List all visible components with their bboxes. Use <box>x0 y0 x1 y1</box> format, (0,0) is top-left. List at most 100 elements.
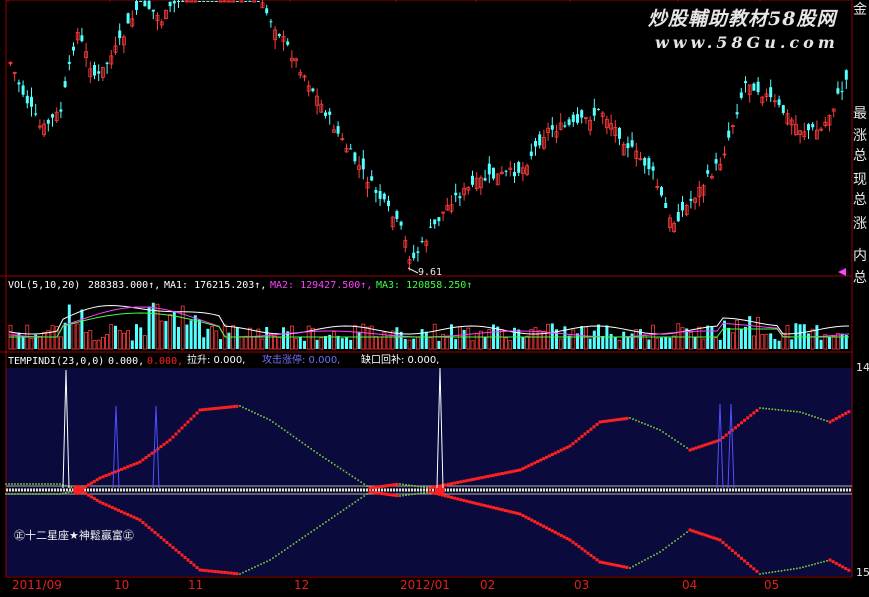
upper-dot-43 <box>132 462 136 466</box>
upper-dot-113 <box>342 469 345 472</box>
upper-dot-97 <box>295 437 298 440</box>
upper-dot-248 <box>746 416 750 420</box>
lower-dot-165 <box>497 507 501 511</box>
upper-dot-193 <box>580 434 584 438</box>
upper-dot-159 <box>480 476 484 480</box>
upper-dot-177 <box>533 461 537 465</box>
upper-dot-231 <box>694 446 698 450</box>
volume-bar-143 <box>609 334 613 349</box>
lower-dot-103 <box>313 529 315 531</box>
upper-dot-274 <box>826 420 828 422</box>
lower-dot-38 <box>116 508 120 512</box>
lower-dot-33 <box>101 501 105 505</box>
lower-dot-248 <box>746 562 750 566</box>
lower-dot-188 <box>565 536 569 540</box>
upper-dot-149 <box>450 482 454 486</box>
lower-dot-63 <box>192 563 196 567</box>
upper-dot-147 <box>443 483 447 487</box>
lower-dot-70 <box>213 570 217 574</box>
lower-dot-27 <box>84 491 88 495</box>
upper-dot-120 <box>363 483 365 485</box>
candle-body-197 <box>836 88 840 94</box>
upper-dot-81 <box>248 409 250 411</box>
volume-bar-110 <box>470 340 475 350</box>
candle-body-92 <box>395 211 399 219</box>
volume-bar-149 <box>634 329 639 350</box>
lower-dot-122 <box>368 490 372 494</box>
volume-bar-197 <box>836 333 840 350</box>
upper-dot-117 <box>354 477 357 480</box>
volume-bar-75 <box>324 335 327 349</box>
chart-canvas[interactable] <box>0 0 869 597</box>
upper-dot-33 <box>101 475 105 479</box>
upper-dot-54 <box>165 440 169 444</box>
lower-dot-225 <box>677 538 679 540</box>
lower-dot-218 <box>656 552 658 555</box>
candle-body-53 <box>231 0 236 3</box>
upper-dot-281 <box>847 410 851 414</box>
volume-bar-8 <box>42 331 46 350</box>
lower-dot-229 <box>688 528 692 532</box>
candle-body-2 <box>17 82 21 85</box>
candle-body-34 <box>151 9 155 12</box>
volume-indicator-name[interactable]: VOL(5,10,20) <box>8 280 80 292</box>
lower-dot-156 <box>471 501 475 505</box>
lower-dot-194 <box>583 549 587 553</box>
volume-bar-171 <box>727 327 731 349</box>
upper-dot-35 <box>107 472 111 476</box>
volume-bar-45 <box>198 319 201 349</box>
upper-dot-79 <box>242 406 244 409</box>
upper-dot-123 <box>371 486 375 490</box>
upper-dot-32 <box>98 476 102 480</box>
side-label-5: 涨 <box>853 216 867 232</box>
lower-dot-50 <box>153 531 157 534</box>
lower-dot-68 <box>207 569 211 573</box>
volume-bar-54 <box>235 327 239 349</box>
upper-dot-206 <box>619 417 623 421</box>
lower-dot-12 <box>41 493 43 495</box>
lower-dot-249 <box>749 564 753 568</box>
volume-bar-106 <box>454 339 458 349</box>
candle-body-129 <box>550 125 554 130</box>
upper-dot-98 <box>298 439 301 442</box>
candle-body-166 <box>706 170 710 174</box>
lower-dot-210 <box>632 565 634 568</box>
lower-dot-213 <box>641 560 643 563</box>
lower-dot-238 <box>715 537 719 541</box>
volume-bar-98 <box>420 329 424 349</box>
candle-body-57 <box>248 1 252 2</box>
upper-dot-7 <box>26 483 28 485</box>
upper-dot-63 <box>192 414 196 418</box>
upper-dot-56 <box>171 435 175 439</box>
upper-dot-122 <box>368 486 372 490</box>
volume-bar-136 <box>580 326 584 349</box>
upper-dot-108 <box>328 460 330 462</box>
upper-dot-57 <box>174 432 178 436</box>
lower-dot-219 <box>659 551 661 553</box>
lower-dot-224 <box>674 540 676 542</box>
lower-dot-128 <box>386 492 390 496</box>
candle-body-153 <box>651 166 655 171</box>
candle-body-3 <box>21 85 25 95</box>
lower-dot-256 <box>771 571 774 573</box>
lower-dot-54 <box>165 541 169 544</box>
volume-bar-100 <box>428 337 433 350</box>
lower-dot-189 <box>568 538 572 542</box>
lower-dot-48 <box>147 526 151 529</box>
candle-body-177 <box>752 83 756 91</box>
lower-dot-85 <box>260 563 262 565</box>
lower-dot-241 <box>724 543 728 547</box>
volume-bar-107 <box>457 326 462 350</box>
volume-bar-74 <box>319 337 324 350</box>
volume-bar-170 <box>723 320 726 349</box>
candle-body-198 <box>840 90 844 92</box>
candle-body-159 <box>676 212 680 222</box>
candle-body-20 <box>93 65 96 76</box>
lower-dot-100 <box>304 535 307 537</box>
indicator-axis-top: 14 <box>856 361 869 374</box>
indicator-name[interactable]: TEMPINDI(23,0,0) <box>8 356 104 368</box>
volume-bar-77 <box>331 331 336 350</box>
upper-dot-164 <box>494 473 498 477</box>
volume-bar-117 <box>499 329 504 350</box>
volume-bar-41 <box>180 305 185 350</box>
